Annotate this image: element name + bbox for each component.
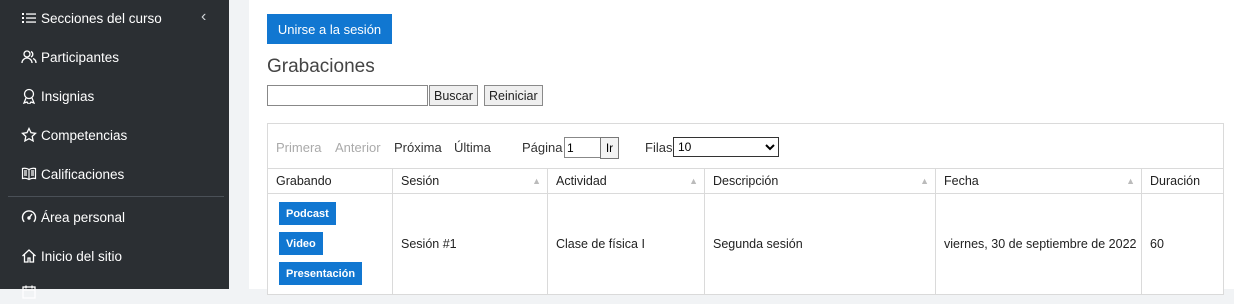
activity-cell: Clase de física I	[548, 194, 705, 294]
podcast-button[interactable]: Podcast	[279, 202, 336, 225]
description-cell: Segunda sesión	[705, 194, 936, 294]
sidebar-item-label: Área personal	[41, 209, 126, 225]
duration-cell: 60	[1150, 237, 1164, 251]
previous-page-link: Anterior	[335, 140, 381, 155]
rows-label: Filas	[645, 140, 673, 155]
column-header-date[interactable]: Fecha ▲	[936, 169, 1142, 193]
sidebar-item-competencies[interactable]: Competencias	[20, 123, 127, 147]
column-header-description[interactable]: Descripción ▲	[705, 169, 936, 193]
page-number-input[interactable]	[564, 137, 602, 158]
pagination-bar: Primera Anterior Próxima Última Página I…	[268, 124, 1223, 169]
join-session-button[interactable]: Unirse a la sesión	[267, 14, 392, 44]
column-header-session[interactable]: Sesión ▲	[393, 169, 548, 193]
rows-per-page-select[interactable]: 10	[673, 137, 779, 157]
sidebar-item-label: Inicio del sitio	[41, 248, 123, 264]
sidebar-item-label: Secciones del curso	[41, 10, 162, 26]
dashboard-icon	[20, 208, 38, 226]
sidebar-item-site-home[interactable]: Inicio del sitio	[20, 244, 122, 268]
session-cell: Sesión #1	[393, 194, 548, 294]
reset-button[interactable]: Reiniciar	[484, 85, 543, 106]
column-header-recording: Grabando	[268, 169, 393, 193]
sort-icon: ▲	[1126, 176, 1135, 186]
list-icon	[20, 9, 38, 27]
page-label: Página	[522, 140, 563, 155]
table-row: Podcast Video Presentación Sesión #1 Cla…	[268, 194, 1223, 294]
presentation-button[interactable]: Presentación	[279, 262, 363, 285]
sidebar-item-label: Participantes	[41, 49, 120, 65]
collapse-sidebar-icon[interactable]: ‹	[201, 7, 213, 27]
video-button[interactable]: Video	[279, 232, 323, 255]
sort-icon: ▲	[920, 176, 929, 186]
home-icon	[20, 247, 38, 265]
sidebar-item-label: Calificaciones	[41, 166, 125, 182]
sidebar-item-course-sections[interactable]: Secciones del curso	[20, 6, 162, 30]
main-content: Unirse a la sesión Grabaciones Buscar Re…	[249, 0, 1234, 295]
page-title: Grabaciones	[267, 56, 375, 77]
course-sidebar: Secciones del curso ‹ Participantes Insi…	[0, 0, 229, 299]
sidebar-item-label: Insignias	[41, 88, 95, 104]
book-icon	[20, 165, 38, 183]
sidebar-item-calendar[interactable]	[20, 280, 41, 304]
users-icon	[20, 48, 38, 66]
recordings-table: Primera Anterior Próxima Última Página I…	[267, 123, 1224, 295]
first-page-link: Primera	[276, 140, 322, 155]
sidebar-item-badges[interactable]: Insignias	[20, 84, 94, 108]
table-header: Grabando Sesión ▲ Actividad ▲ Descripción ▲…	[268, 169, 1223, 194]
badge-icon	[20, 87, 38, 105]
search-button[interactable]: Buscar	[429, 85, 478, 106]
search-input[interactable]	[267, 85, 428, 106]
sidebar-item-dashboard[interactable]: Área personal	[20, 205, 125, 229]
last-page-link[interactable]: Última	[454, 140, 491, 155]
sidebar-item-label: Competencias	[41, 127, 128, 143]
go-to-page-button[interactable]: Ir	[600, 137, 619, 159]
next-page-link[interactable]: Próxima	[394, 140, 442, 155]
star-icon	[20, 126, 38, 144]
sidebar-item-participants[interactable]: Participantes	[20, 45, 119, 69]
column-header-activity[interactable]: Actividad ▲	[548, 169, 705, 193]
sidebar-divider	[8, 196, 224, 197]
column-header-duration[interactable]: Duración	[1142, 169, 1223, 193]
calendar-icon	[20, 283, 38, 301]
sort-icon: ▲	[689, 176, 698, 186]
sidebar-item-grades[interactable]: Calificaciones	[20, 162, 124, 186]
date-cell: viernes, 30 de septiembre de 2022	[936, 194, 1142, 294]
sort-icon: ▲	[532, 176, 541, 186]
recording-cell: Podcast Video Presentación	[268, 194, 393, 294]
